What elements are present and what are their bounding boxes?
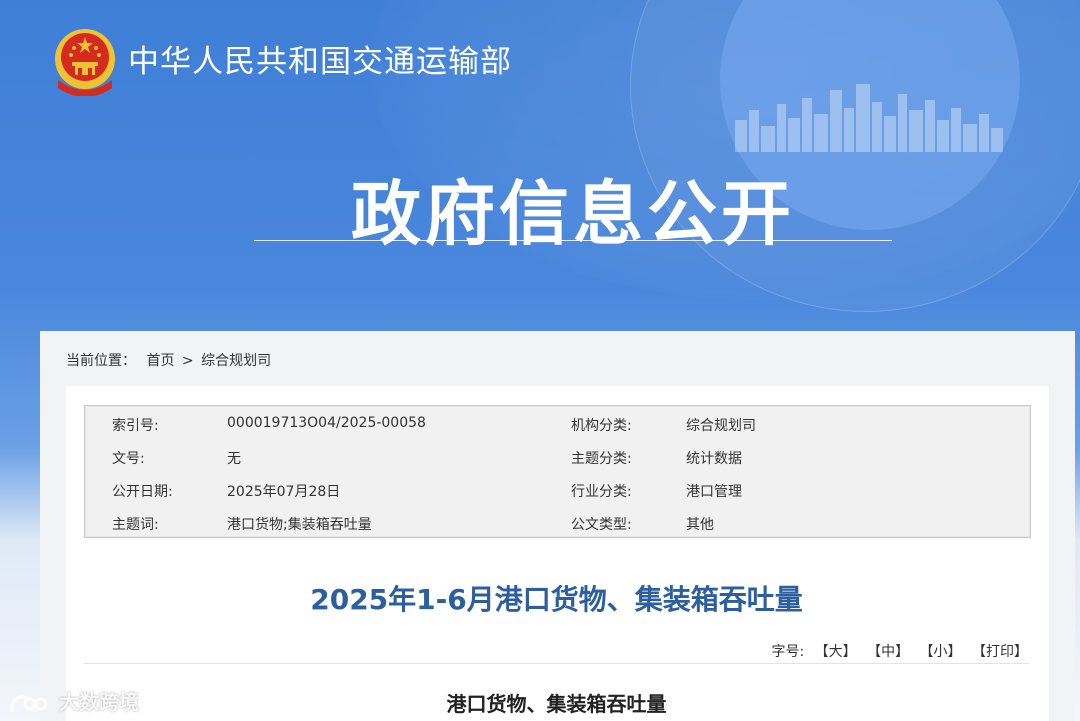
- metadata-row: 文号: 无 主题分类: 统计数据: [85, 439, 1030, 472]
- title-underline: [254, 240, 892, 241]
- metadata-value: 统计数据: [686, 451, 742, 467]
- metadata-value: 2025年07月28日: [227, 484, 341, 500]
- metadata-label: 文号:: [112, 451, 145, 467]
- metadata-value: 000019713O04/2025-00058: [227, 415, 426, 431]
- font-size-label: 字号:: [771, 644, 805, 660]
- breadcrumb-current-link[interactable]: 综合规划司: [201, 353, 271, 369]
- national-emblem-icon[interactable]: [52, 26, 118, 96]
- metadata-value: 港口货物;集装箱吞吐量: [227, 517, 372, 533]
- metadata-label: 主题词:: [112, 517, 159, 533]
- metadata-value: 港口管理: [686, 484, 742, 500]
- metadata-row: 主题词: 港口货物;集装箱吞吐量 公文类型: 其他: [85, 505, 1030, 538]
- breadcrumb-prefix: 当前位置：: [66, 353, 136, 369]
- breadcrumb-separator: >: [181, 353, 194, 369]
- metadata-row: 索引号: 000019713O04/2025-00058 机构分类: 综合规划司: [85, 406, 1030, 439]
- metadata-label: 索引号:: [112, 418, 159, 434]
- metadata-label: 主题分类:: [571, 451, 632, 467]
- metadata-row: 公开日期: 2025年07月28日 行业分类: 港口管理: [85, 472, 1030, 505]
- metadata-label: 行业分类:: [571, 484, 632, 500]
- watermark-logo-icon: [10, 694, 48, 712]
- print-button[interactable]: 【打印】: [972, 644, 1028, 660]
- metadata-value: 无: [227, 451, 241, 467]
- metadata-value: 其他: [686, 517, 714, 533]
- metadata-label: 公文类型:: [571, 517, 632, 533]
- metadata-label: 公开日期:: [112, 484, 173, 500]
- font-large-button[interactable]: 【大】: [815, 644, 857, 660]
- content-divider: [84, 663, 1029, 664]
- breadcrumb-home-link[interactable]: 首页: [146, 353, 174, 369]
- watermark: 大数跨境: [8, 686, 139, 716]
- font-small-button[interactable]: 【小】: [920, 644, 962, 660]
- metadata-value: 综合规划司: [686, 418, 756, 434]
- watermark-text: 大数跨境: [58, 690, 139, 714]
- font-medium-button[interactable]: 【中】: [867, 644, 909, 660]
- font-size-toolbar: 字号: 【大】 【中】 【小】 【打印】: [771, 641, 1028, 661]
- ministry-name[interactable]: 中华人民共和国交通运输部: [128, 36, 512, 81]
- breadcrumb: 当前位置： 首页 > 综合规划司: [66, 350, 271, 370]
- section-title: 政府信息公开: [351, 173, 795, 255]
- city-skyline-graphic: [735, 84, 1003, 152]
- metadata-label: 机构分类:: [571, 418, 632, 434]
- document-metadata-table: 索引号: 000019713O04/2025-00058 机构分类: 综合规划司…: [84, 405, 1031, 538]
- document-title: 2025年1-6月港口货物、集装箱吞吐量: [310, 583, 803, 616]
- article-subtitle: 港口货物、集装箱吞吐量: [446, 692, 667, 716]
